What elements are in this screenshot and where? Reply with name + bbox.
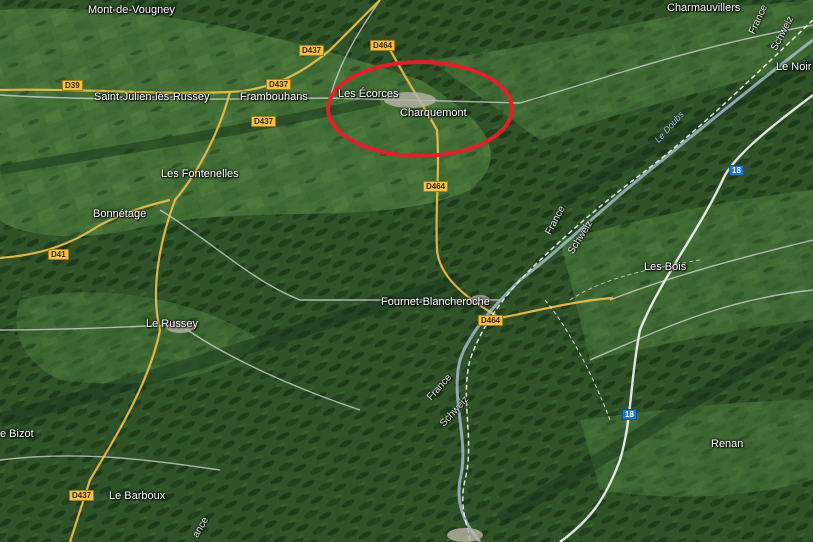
place-saint-julien-les-russey[interactable]: Saint-Julien-lès-Russey <box>94 91 210 104</box>
place-les-bois[interactable]: Les Bois <box>644 261 686 274</box>
road-shield-d437: D437 <box>266 79 292 90</box>
road-shield-18: 18 <box>729 165 744 176</box>
place-charmauvillers[interactable]: Charmauvillers <box>667 2 740 15</box>
road-shield-d464: D464 <box>370 40 396 51</box>
place-mont-de-vougney[interactable]: Mont-de-Vougney <box>88 4 175 17</box>
road-shield-d464: D464 <box>478 315 504 326</box>
place-frambouhans[interactable]: Frambouhans <box>240 91 308 104</box>
place-renan[interactable]: Renan <box>711 438 743 451</box>
road-shield-d437: D437 <box>299 45 325 56</box>
place-charquemont[interactable]: Charquemont <box>400 107 467 120</box>
road-shield-d39: D39 <box>62 80 83 91</box>
place-les-fontenelles[interactable]: Les Fontenelles <box>161 168 239 181</box>
place-fournet-blancheroche[interactable]: Fournet-Blancheroche <box>381 296 490 309</box>
place-le-bizot[interactable]: e Bizot <box>0 428 34 441</box>
road-shield-18: 18 <box>622 409 637 420</box>
satellite-imagery <box>0 0 813 542</box>
road-shield-d41: D41 <box>48 249 69 260</box>
road-shield-d464: D464 <box>423 181 449 192</box>
road-shield-d437: D437 <box>69 490 95 501</box>
map-view[interactable]: Mont-de-Vougney Charmauvillers Saint-Jul… <box>0 0 813 542</box>
road-shield-d437: D437 <box>251 116 277 127</box>
place-le-russey[interactable]: Le Russey <box>146 318 198 331</box>
place-le-barboux[interactable]: Le Barboux <box>109 490 165 503</box>
place-le-noir[interactable]: Le Noir <box>776 61 811 74</box>
place-les-ecorces[interactable]: Les Écorces <box>338 88 399 101</box>
place-bonnetage[interactable]: Bonnétage <box>93 208 146 221</box>
